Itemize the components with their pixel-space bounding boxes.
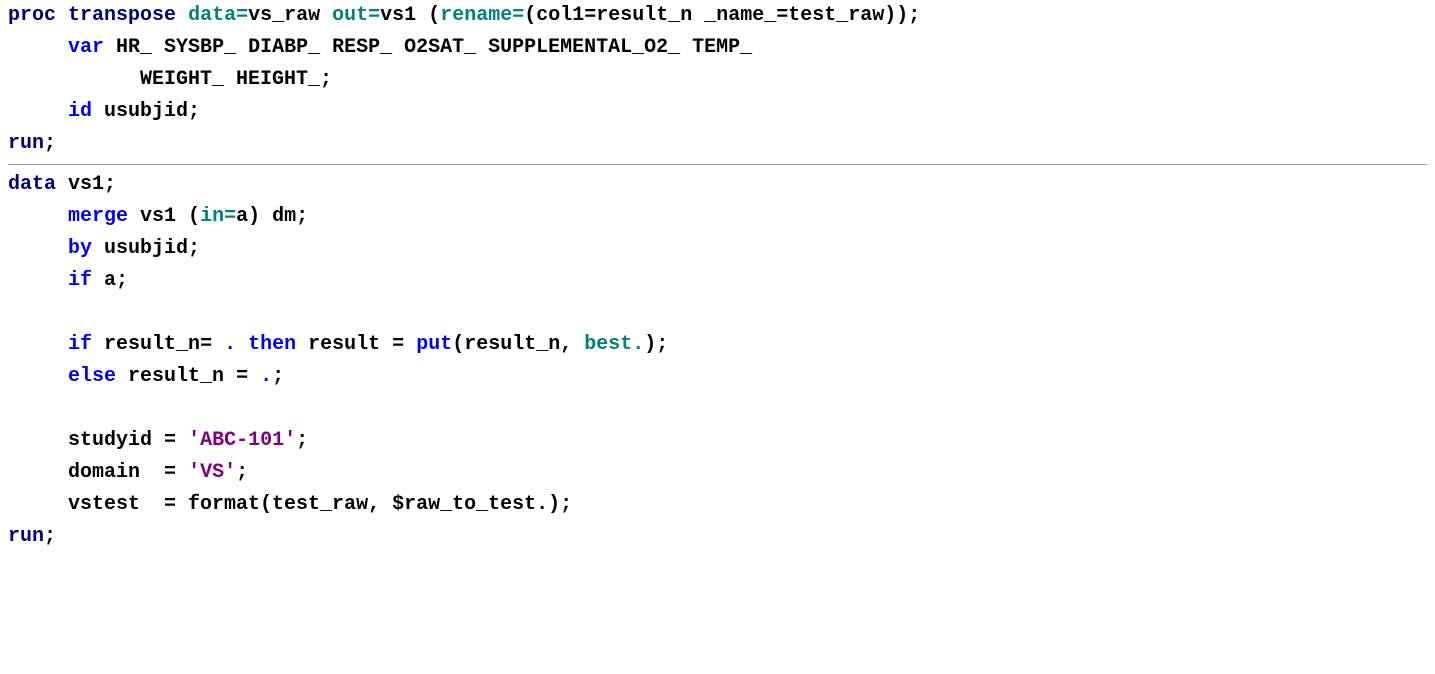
merge-rest: vs1 ( (140, 205, 200, 228)
option-rename: rename= (440, 4, 524, 27)
assign-lhs: studyid = (68, 429, 176, 452)
var-list: WEIGHT_ HEIGHT_; (140, 68, 332, 91)
code-line[interactable]: proc transpose data=vs_raw out=vs1 (rena… (8, 0, 1427, 32)
code-line[interactable]: run; (8, 128, 1427, 160)
block-separator (8, 164, 1427, 165)
var-list: HR_ SYSBP_ DIABP_ RESP_ O2SAT_ SUPPLEMEN… (116, 36, 752, 59)
code-line[interactable]: WEIGHT_ HEIGHT_; (8, 64, 1427, 96)
literal-dot: . (260, 365, 272, 388)
args-open: (result_n, (452, 333, 572, 356)
keyword-by: by (68, 237, 92, 260)
if-cond: result_n= (104, 333, 212, 356)
keyword-data: data (8, 173, 56, 196)
dataset-name: vs1; (68, 173, 116, 196)
assign: result = (308, 333, 404, 356)
code-line[interactable]: run; (8, 521, 1427, 553)
assign-line: vstest = format(test_raw, $raw_to_test.)… (68, 493, 572, 516)
keyword-run: run (8, 132, 44, 155)
id-value: usubjid; (104, 100, 200, 123)
string-literal: 'ABC-101' (188, 429, 296, 452)
keyword-if: if (68, 269, 92, 292)
code-line[interactable]: vstest = format(test_raw, $raw_to_test.)… (8, 489, 1427, 521)
code-line[interactable]: if result_n= . then result = put(result_… (8, 329, 1427, 361)
keyword-else: else (68, 365, 116, 388)
keyword-run: run (8, 525, 44, 548)
option-in: in= (200, 205, 236, 228)
value-data: vs_raw (248, 4, 320, 27)
code-line[interactable]: var HR_ SYSBP_ DIABP_ RESP_ O2SAT_ SUPPL… (8, 32, 1427, 64)
by-value: usubjid; (104, 237, 200, 260)
in-value: a) dm; (236, 205, 308, 228)
literal-dot: . (224, 333, 236, 356)
keyword-id: id (68, 100, 92, 123)
keyword-var: var (68, 36, 104, 59)
function-put: put (416, 333, 452, 356)
semicolon: ; (44, 132, 56, 155)
value-rename: (col1=result_n _name_=test_raw)); (524, 4, 920, 27)
code-line[interactable]: domain = 'VS'; (8, 457, 1427, 489)
keyword-then: then (248, 333, 296, 356)
paren-open: ( (428, 4, 440, 27)
semicolon: ; (236, 461, 248, 484)
code-line[interactable]: data vs1; (8, 169, 1427, 201)
semicolon: ; (272, 365, 284, 388)
value-out: vs1 (380, 4, 416, 27)
option-data: data= (188, 4, 248, 27)
code-line[interactable]: else result_n = .; (8, 361, 1427, 393)
format-best: best. (584, 333, 644, 356)
code-editor[interactable]: proc transpose data=vs_raw out=vs1 (rena… (0, 0, 1435, 553)
code-line[interactable]: if a; (8, 265, 1427, 297)
string-literal: 'VS' (188, 461, 236, 484)
code-line[interactable] (8, 297, 1427, 329)
keyword-merge: merge (68, 205, 128, 228)
keyword-transpose: transpose (68, 4, 176, 27)
code-line[interactable]: studyid = 'ABC-101'; (8, 425, 1427, 457)
option-out: out= (332, 4, 380, 27)
if-value: a; (104, 269, 128, 292)
assign-lhs: domain = (68, 461, 176, 484)
args-close: ); (644, 333, 668, 356)
code-line[interactable]: id usubjid; (8, 96, 1427, 128)
code-line[interactable]: by usubjid; (8, 233, 1427, 265)
semicolon: ; (44, 525, 56, 548)
semicolon: ; (296, 429, 308, 452)
keyword-proc: proc (8, 4, 56, 27)
keyword-if: if (68, 333, 92, 356)
code-line[interactable]: merge vs1 (in=a) dm; (8, 201, 1427, 233)
code-line[interactable] (8, 393, 1427, 425)
assign: result_n = (128, 365, 248, 388)
